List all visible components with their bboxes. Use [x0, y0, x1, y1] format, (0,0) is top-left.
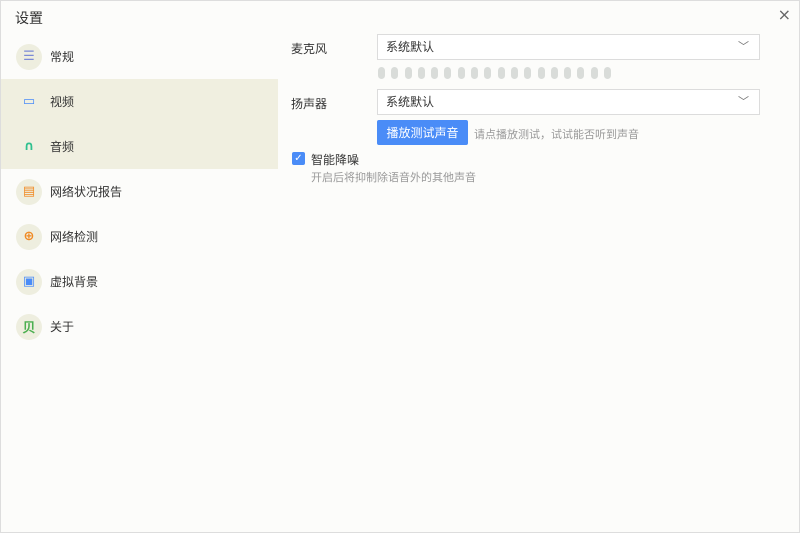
- close-icon[interactable]: ×: [778, 5, 791, 24]
- sidebar-item-5[interactable]: ▣ 虚拟背景: [1, 259, 278, 304]
- level-bar: [404, 67, 412, 79]
- level-bar: [537, 67, 545, 79]
- portrait-icon: ▣: [16, 268, 42, 295]
- level-bar: [471, 67, 479, 79]
- level-bar: [577, 67, 585, 79]
- microphone-label: 麦克风: [291, 42, 328, 56]
- sidebar-item-label: 虚拟背景: [50, 275, 99, 289]
- level-bar: [497, 67, 505, 79]
- sidebar-item-1[interactable]: ▭ 视频: [1, 79, 278, 124]
- level-bar: [391, 67, 399, 79]
- video-icon: ▭: [22, 94, 36, 109]
- noise-reduction-label[interactable]: 智能降噪: [311, 151, 359, 168]
- sidebar-item-label: 音频: [50, 140, 75, 154]
- sidebar-item-label: 常规: [50, 50, 75, 64]
- headphones-icon: ∩: [23, 139, 35, 154]
- level-bar: [550, 67, 558, 79]
- sidebar-item-3[interactable]: ▤ 网络状况报告: [1, 169, 278, 214]
- level-bar: [484, 67, 492, 79]
- level-bar: [444, 67, 452, 79]
- chevron-down-icon: ﹀: [738, 95, 749, 108]
- sidebar: ☰ 常规 ▭ 视频 ∩ 音频 ▤ 网络状况报告 ⊕ 网络检测 ▣ 虚拟背景贝关于: [1, 34, 278, 349]
- level-bar: [378, 67, 385, 79]
- dialog-title: 设置: [15, 11, 43, 27]
- chevron-down-icon: ﹀: [738, 40, 749, 53]
- level-bar: [431, 67, 439, 79]
- sidebar-item-label: 视频: [50, 95, 75, 109]
- level-bar: [590, 67, 598, 79]
- sidebar-item-2[interactable]: ∩ 音频: [1, 124, 278, 169]
- speaker-label: 扬声器: [291, 97, 328, 111]
- noise-reduction-desc: 开启后将抑制除语音外的其他声音: [311, 171, 476, 184]
- report-icon: ▤: [16, 178, 42, 205]
- sidebar-item-6[interactable]: 贝关于: [1, 304, 278, 349]
- sidebar-item-label: 网络状况报告: [50, 185, 123, 199]
- level-bar: [457, 67, 465, 79]
- about-icon: 贝: [16, 313, 42, 340]
- mic-level-meter: [378, 67, 612, 79]
- sidebar-item-0[interactable]: ☰ 常规: [1, 34, 278, 79]
- noise-reduction-checkbox[interactable]: ✓: [292, 152, 305, 165]
- sidebar-item-label: 网络检测: [50, 230, 99, 244]
- sidebar-item-4[interactable]: ⊕ 网络检测: [1, 214, 278, 259]
- level-bar: [524, 67, 532, 79]
- play-test-sound-button[interactable]: 播放测试声音: [377, 120, 468, 145]
- microphone-select[interactable]: 系统默认 ﹀: [377, 34, 760, 60]
- level-bar: [564, 67, 572, 79]
- level-bar: [417, 67, 425, 79]
- speaker-select[interactable]: 系统默认 ﹀: [377, 89, 760, 115]
- level-bar: [510, 67, 518, 79]
- speaker-value: 系统默认: [386, 95, 435, 109]
- globe-icon: ⊕: [16, 223, 42, 250]
- sidebar-item-label: 关于: [50, 320, 75, 334]
- sliders-icon: ☰: [16, 43, 42, 70]
- microphone-value: 系统默认: [386, 40, 435, 54]
- level-bar: [604, 67, 612, 79]
- play-hint: 请点播放测试，试试能否听到声音: [474, 128, 639, 141]
